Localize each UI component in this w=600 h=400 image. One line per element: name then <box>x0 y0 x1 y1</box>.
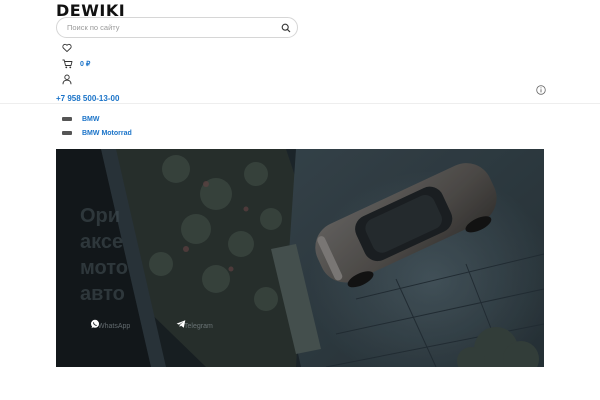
brand-label: BMW <box>82 115 100 123</box>
search-bar <box>56 17 298 38</box>
brand-link-bmw-motorrad[interactable]: BMW Motorrad <box>62 127 132 139</box>
search-icon[interactable] <box>279 21 293 35</box>
contact-label: Telegram <box>184 322 213 330</box>
hero-banner[interactable]: Ори аксе мото авто WhatsApp Telegram <box>56 149 544 367</box>
user-account-icon[interactable] <box>60 72 74 86</box>
favorites-heart-icon[interactable] <box>60 41 74 55</box>
hero-title-line: Ори <box>80 205 121 227</box>
hero-title-line: аксе <box>80 231 124 253</box>
hero-title-line: мото <box>80 257 128 279</box>
brand-link-bmw[interactable]: BMW <box>62 113 100 125</box>
bmw-logo-icon <box>62 117 72 121</box>
info-icon[interactable] <box>536 85 546 95</box>
cart-total[interactable]: 0 ₽ <box>80 60 90 69</box>
whatsapp-icon <box>91 319 99 329</box>
hero-title: Ори аксе мото авто <box>80 203 280 307</box>
whatsapp-link[interactable]: WhatsApp <box>90 319 130 333</box>
bmw-motorrad-logo-icon <box>62 131 72 135</box>
brand-label: BMW Motorrad <box>82 129 132 137</box>
hero-title-line: авто <box>80 283 125 305</box>
telegram-icon <box>176 320 186 328</box>
header-divider <box>0 103 600 104</box>
cart-icon[interactable] <box>60 57 74 71</box>
search-input[interactable] <box>67 20 267 35</box>
contact-label: WhatsApp <box>98 322 131 330</box>
telegram-link[interactable]: Telegram <box>176 319 213 333</box>
